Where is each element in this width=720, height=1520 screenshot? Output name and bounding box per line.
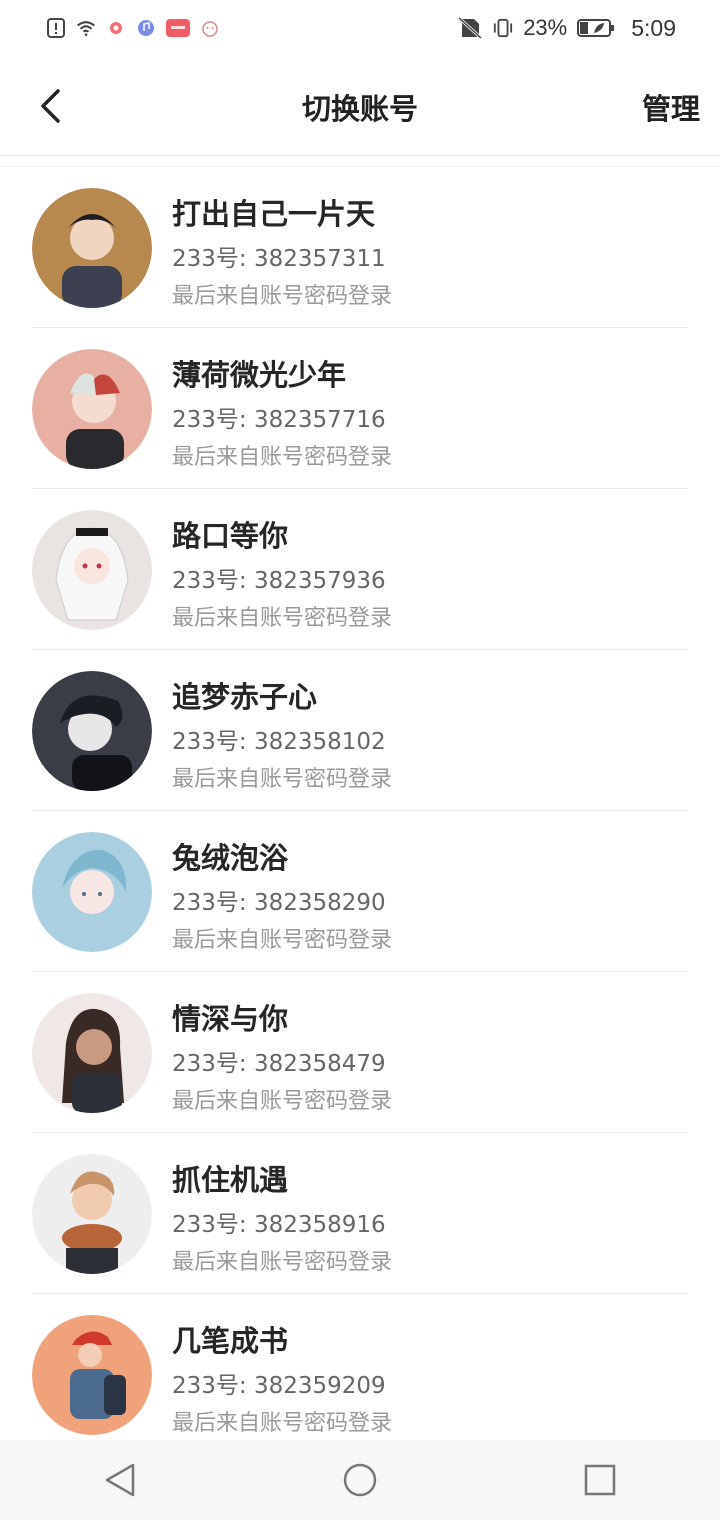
- account-id: 233号: 382357311: [172, 246, 386, 272]
- status-left: [46, 18, 220, 38]
- home-circle-icon: [343, 1463, 377, 1497]
- avatar: [32, 832, 152, 952]
- avatar: [32, 510, 152, 630]
- login-method: 最后来自账号密码登录: [172, 928, 393, 953]
- account-item[interactable]: 打出自己一片天 233号: 382357311 最后来自账号密码登录: [0, 167, 720, 328]
- account-name: 兔绒泡浴: [172, 841, 289, 875]
- login-method: 最后来自账号密码登录: [172, 1089, 393, 1114]
- vibrate-icon: [493, 18, 513, 38]
- account-id: 233号: 382358479: [172, 1051, 386, 1077]
- account-item[interactable]: 追梦赤子心 233号: 382358102 最后来自账号密码登录: [0, 650, 720, 811]
- battery-percentage: 23%: [523, 15, 568, 40]
- nav-back-button[interactable]: [90, 1450, 150, 1510]
- wifi-icon: [76, 18, 96, 38]
- account-name: 情深与你: [172, 1002, 289, 1036]
- avatar: [32, 349, 152, 469]
- account-id: 233号: 382357716: [172, 407, 386, 433]
- login-method: 最后来自账号密码登录: [172, 606, 393, 631]
- manage-button[interactable]: 管理: [642, 86, 700, 128]
- avatar: [32, 993, 152, 1113]
- battery-icon: [577, 18, 615, 38]
- store-app-icon: [166, 18, 190, 38]
- account-name: 薄荷微光少年: [172, 358, 347, 392]
- account-list: 打出自己一片天 233号: 382357311 最后来自账号密码登录 薄荷微光少…: [0, 166, 720, 1455]
- status-bar: 23% 5:09: [0, 0, 720, 56]
- no-sim-icon: [457, 17, 483, 39]
- system-navigation-bar: [0, 1440, 720, 1520]
- account-id: 233号: 382357936: [172, 568, 386, 594]
- account-item[interactable]: 路口等你 233号: 382357936 最后来自账号密码登录: [0, 489, 720, 650]
- nav-recents-button[interactable]: [570, 1450, 630, 1510]
- login-method: 最后来自账号密码登录: [172, 445, 393, 470]
- pet-app-icon: [200, 18, 220, 38]
- account-name: 打出自己一片天: [172, 197, 376, 231]
- clock: 5:09: [631, 14, 676, 41]
- account-id: 233号: 382358290: [172, 890, 386, 916]
- alert-icon: [46, 18, 66, 38]
- avatar: [32, 1154, 152, 1274]
- account-item[interactable]: 兔绒泡浴 233号: 382358290 最后来自账号密码登录: [0, 811, 720, 972]
- account-name: 几笔成书: [172, 1324, 289, 1358]
- recents-square-icon: [584, 1464, 616, 1496]
- account-item[interactable]: 情深与你 233号: 382358479 最后来自账号密码登录: [0, 972, 720, 1133]
- login-method: 最后来自账号密码登录: [172, 1250, 393, 1275]
- avatar: [32, 1315, 152, 1435]
- account-id: 233号: 382358102: [172, 729, 386, 755]
- account-item[interactable]: 薄荷微光少年 233号: 382357716 最后来自账号密码登录: [0, 328, 720, 489]
- page-title: 切换账号: [301, 92, 418, 126]
- login-method: 最后来自账号密码登录: [172, 767, 393, 792]
- app-notification-icon: [106, 18, 126, 38]
- back-triangle-icon: [105, 1463, 135, 1497]
- status-right: 23% 5:09: [457, 15, 676, 42]
- avatar: [32, 188, 152, 308]
- login-method: 最后来自账号密码登录: [172, 1411, 393, 1436]
- account-item[interactable]: 几笔成书 233号: 382359209 最后来自账号密码登录: [0, 1294, 720, 1455]
- account-name: 追梦赤子心: [172, 680, 318, 714]
- music-app-icon: [136, 18, 156, 38]
- account-item[interactable]: 抓住机遇 233号: 382358916 最后来自账号密码登录: [0, 1133, 720, 1294]
- avatar: [32, 671, 152, 791]
- nav-home-button[interactable]: [330, 1450, 390, 1510]
- account-name: 抓住机遇: [172, 1163, 289, 1197]
- top-app-bar: 切换账号 管理: [0, 56, 720, 156]
- account-name: 路口等你: [172, 519, 289, 553]
- account-id: 233号: 382358916: [172, 1212, 386, 1238]
- account-id: 233号: 382359209: [172, 1373, 386, 1399]
- login-method: 最后来自账号密码登录: [172, 284, 393, 309]
